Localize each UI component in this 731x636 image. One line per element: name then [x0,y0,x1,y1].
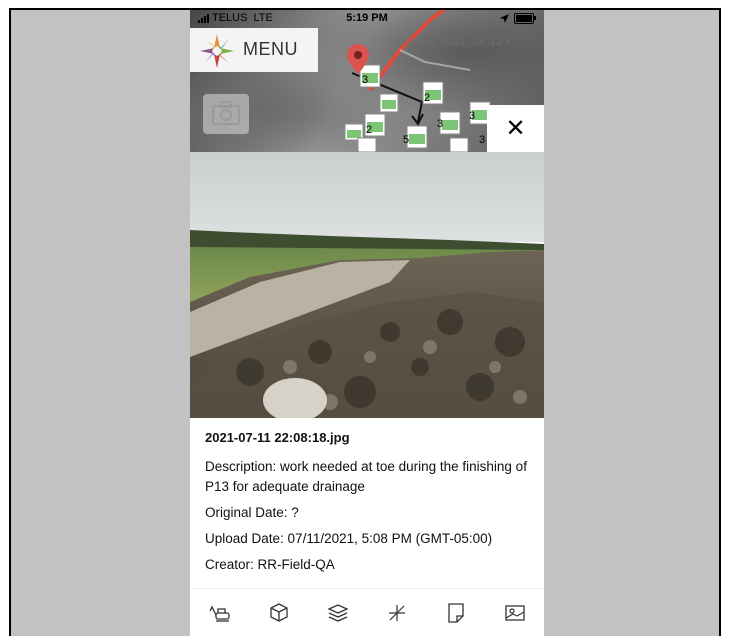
measure-icon [388,605,405,621]
cluster-count: 3 [437,118,444,130]
layers-button[interactable] [323,598,353,628]
close-button[interactable]: ✕ [487,105,544,152]
notes-button[interactable] [441,598,471,628]
cluster-count: 2 [424,92,431,104]
field-photo[interactable] [190,152,544,418]
camera-icon [212,101,240,125]
cluster-count: 3 [362,74,369,86]
app-screen: 3 2 2 3 5 3 3 TELUS LTE 5:19 PM MENU Ima… [190,10,544,636]
map-view[interactable]: 3 2 2 3 5 3 3 TELUS LTE 5:19 PM MENU Ima… [190,10,544,152]
image-icon [504,605,525,621]
imagery-layer-select[interactable]: Imagery_2021_03_12 ▾ [395,36,510,48]
cluster-count: 3 [469,110,476,122]
location-arrow-icon [500,14,509,23]
photo-details: 2021-07-11 22:08:18.jpg Description: wor… [205,430,535,581]
note-icon [447,603,464,623]
cluster-count: 2 [366,124,373,136]
photo-original-date: Original Date: ? [205,505,299,520]
battery-icon [514,13,536,24]
camera-button[interactable] [203,94,249,134]
bottom-toolbar [190,588,544,636]
photo-upload-date: Upload Date: 07/11/2021, 5:08 PM (GMT-05… [205,531,493,546]
excavator-button[interactable] [205,598,235,628]
close-icon: ✕ [505,115,526,142]
menu-label: MENU [243,39,298,59]
cluster-count: 3 [479,134,486,146]
photo-description: Description: work needed at toe during t… [205,459,527,494]
3d-view-button[interactable] [264,598,294,628]
cube-icon [269,603,288,622]
excavator-icon [208,605,230,622]
imagery-layer-value: Imagery_2021_03_12 [395,36,503,48]
chevron-down-icon: ▾ [505,37,510,47]
measure-button[interactable] [382,598,412,628]
app-logo-icon [200,34,234,68]
layers-icon [326,604,349,622]
cluster-count: 5 [403,134,410,146]
gallery-button[interactable] [500,598,530,628]
photo-filename: 2021-07-11 22:08:18.jpg [205,430,350,445]
menu-button[interactable]: MENU [190,28,318,72]
clock: 5:19 PM [346,12,388,24]
photo-creator: Creator: RR-Field-QA [205,557,335,572]
status-bar: TELUS LTE 5:19 PM [190,10,544,28]
